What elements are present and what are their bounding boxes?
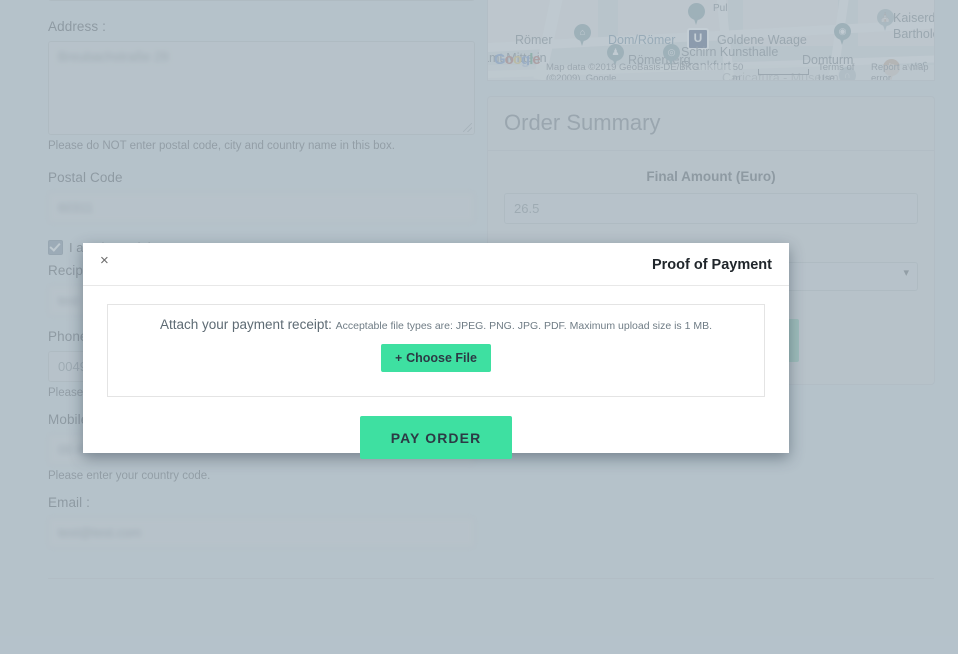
attach-instructions: Attach your payment receipt: Acceptable …	[108, 317, 764, 332]
file-drop-zone[interactable]: Attach your payment receipt: Acceptable …	[107, 304, 765, 397]
attach-label: Attach your payment receipt:	[160, 317, 332, 332]
plus-icon: +	[395, 351, 402, 365]
choose-file-button[interactable]: + Choose File	[381, 344, 491, 372]
modal-header: × Proof of Payment	[83, 243, 789, 286]
attach-note: Acceptable file types are: JPEG. PNG. JP…	[336, 320, 712, 332]
close-icon[interactable]: ×	[98, 251, 111, 270]
modal-title: Proof of Payment	[652, 257, 772, 273]
choose-file-label: Choose File	[406, 351, 477, 365]
proof-of-payment-modal: × Proof of Payment Attach your payment r…	[83, 243, 789, 453]
pay-order-button[interactable]: PAY ORDER	[360, 416, 512, 459]
